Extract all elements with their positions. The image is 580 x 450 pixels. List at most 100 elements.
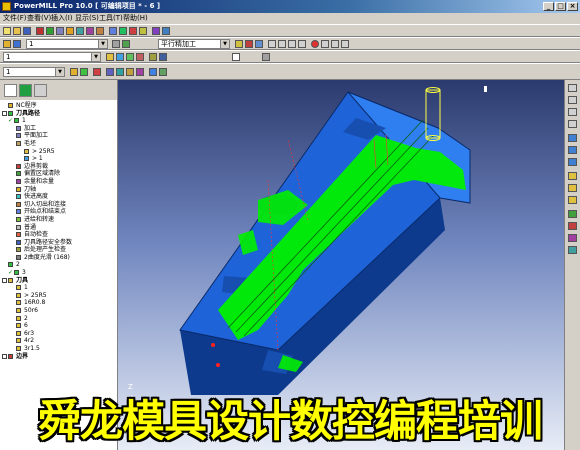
feed-rate-icon[interactable] [66, 27, 74, 35]
tool-item[interactable]: 50r6 [2, 307, 116, 315]
tool-item[interactable]: 6 [2, 322, 116, 330]
view-iso-icon[interactable] [268, 40, 276, 48]
slider-handle-icon[interactable] [262, 53, 270, 61]
view-iso1-icon[interactable] [568, 84, 577, 92]
tree-item-toolpath-2[interactable]: 2 [2, 261, 116, 269]
view-along-y-icon[interactable] [568, 146, 577, 154]
tool-icon[interactable] [76, 27, 84, 35]
zoom-in-icon[interactable] [568, 172, 577, 180]
tree-item-nc-programs[interactable]: NC程序 [2, 102, 116, 110]
tree-item-toolpath-1[interactable]: ✓ 1 [2, 117, 116, 125]
stock-icon[interactable] [159, 68, 167, 76]
toolpath-icon[interactable] [3, 40, 11, 48]
stop-icon[interactable] [311, 40, 319, 48]
leads-links-icon[interactable] [96, 27, 104, 35]
tree-item[interactable]: 平面加工 [2, 132, 116, 140]
measure-icon[interactable] [136, 68, 144, 76]
shading-icon[interactable] [162, 27, 170, 35]
tree-item[interactable]: 毛坯 [2, 140, 116, 148]
delete-icon[interactable] [245, 40, 253, 48]
boundary-select[interactable]: 1 ▼ [3, 67, 65, 77]
draft-angle-icon[interactable] [568, 246, 577, 254]
tree-item[interactable]: 进给和转速 [2, 216, 116, 224]
explorer-tab-icon[interactable] [4, 84, 17, 97]
toolpath-tab-icon[interactable] [19, 84, 32, 97]
block-icon[interactable] [46, 27, 54, 35]
toolpath-strategy-icon[interactable] [109, 27, 117, 35]
boundary-delete-icon[interactable] [93, 68, 101, 76]
view-iso4-icon[interactable] [568, 120, 577, 128]
tool-holder-icon[interactable] [116, 53, 124, 61]
view-tab-icon[interactable] [34, 84, 47, 97]
edit-icon[interactable] [112, 40, 120, 48]
wireframe-icon[interactable] [568, 222, 577, 230]
tool-item[interactable]: 4r2 [2, 337, 116, 345]
cut-direction-icon[interactable] [149, 68, 157, 76]
tool-select[interactable]: 1 ▼ [3, 52, 101, 62]
nc-program-icon[interactable] [139, 27, 147, 35]
tree-item[interactable]: 2曲度光滑 (168) [2, 254, 116, 262]
tool-item[interactable]: 1 [2, 284, 116, 292]
rotate-icon[interactable] [341, 40, 349, 48]
slider-track-icon[interactable] [232, 53, 240, 61]
view-top-icon[interactable] [278, 40, 286, 48]
tool-item[interactable]: 3r1.5 [2, 345, 116, 353]
zoom-icon[interactable] [321, 40, 329, 48]
tree-item-toolpaths[interactable]: 刀具路径 [2, 110, 116, 118]
maximize-button[interactable]: □ [555, 2, 566, 11]
level-icon[interactable] [116, 68, 124, 76]
verify-icon[interactable] [129, 27, 137, 35]
curve-icon[interactable] [106, 68, 114, 76]
tool-item[interactable]: 6r3 [2, 330, 116, 338]
menu-tools[interactable]: 工具(T) [99, 13, 123, 24]
boundary-edit-icon[interactable] [70, 68, 78, 76]
tree-item[interactable]: 自动检查 [2, 231, 116, 239]
tool-database-icon[interactable] [136, 53, 144, 61]
menu-insert[interactable]: 插入(I) [51, 13, 73, 24]
calculate-icon[interactable] [122, 40, 130, 48]
start-point-icon[interactable] [86, 27, 94, 35]
save-icon[interactable] [23, 27, 31, 35]
tree-item[interactable]: > 1 [2, 155, 116, 163]
activate-icon[interactable] [13, 40, 21, 48]
shaded-icon[interactable] [568, 210, 577, 218]
tool-shank-icon[interactable] [126, 53, 134, 61]
tree-item[interactable]: 普通 [2, 224, 116, 232]
copy-icon[interactable] [255, 40, 263, 48]
tool-create-icon[interactable] [106, 53, 114, 61]
tree-item[interactable]: 后处理产生检查 [2, 246, 116, 254]
tree-item-toolpath-3[interactable]: ✓ 3 [2, 269, 116, 277]
tree-item-boundary[interactable]: 边界 [2, 353, 116, 361]
view-along-z-icon[interactable] [568, 134, 577, 142]
pan-icon[interactable] [331, 40, 339, 48]
tree-item-tools[interactable]: 刀具 [2, 277, 116, 285]
tree-item[interactable]: 刀轴 [2, 186, 116, 194]
view-iso2-icon[interactable] [568, 96, 577, 104]
tree-item[interactable]: 余量和余量 [2, 178, 116, 186]
transform-icon[interactable] [235, 40, 243, 48]
menu-view[interactable]: 查看(V) [27, 13, 51, 24]
open-icon[interactable] [13, 27, 21, 35]
boundary-copy-icon[interactable] [80, 68, 88, 76]
minimize-button[interactable]: _ [543, 2, 554, 11]
zoom-out-icon[interactable] [568, 184, 577, 192]
menu-help[interactable]: 帮助(H) [123, 13, 148, 24]
tool-item[interactable]: > 25R5 [2, 292, 116, 300]
view-front-icon[interactable] [288, 40, 296, 48]
view-iso3-icon[interactable] [568, 108, 577, 116]
menu-display[interactable]: 显示(S) [75, 13, 99, 24]
rapid-move-icon[interactable] [56, 27, 64, 35]
pattern-icon[interactable] [159, 53, 167, 61]
close-button[interactable]: × [567, 2, 578, 11]
new-project-icon[interactable] [3, 27, 11, 35]
min-radius-shade-icon[interactable] [568, 234, 577, 242]
tree-item[interactable]: 偏置区域清除 [2, 170, 116, 178]
menu-file[interactable]: 文件(F) [3, 13, 27, 24]
simulate-icon[interactable] [119, 27, 127, 35]
view-side-icon[interactable] [298, 40, 306, 48]
tree-item[interactable]: 开始点和结束点 [2, 208, 116, 216]
tree-item[interactable]: 快进高度 [2, 193, 116, 201]
view-along-x-icon[interactable] [568, 158, 577, 166]
strategy-select[interactable]: 平行精加工 ▼ [158, 39, 230, 49]
model-icon[interactable] [36, 27, 44, 35]
